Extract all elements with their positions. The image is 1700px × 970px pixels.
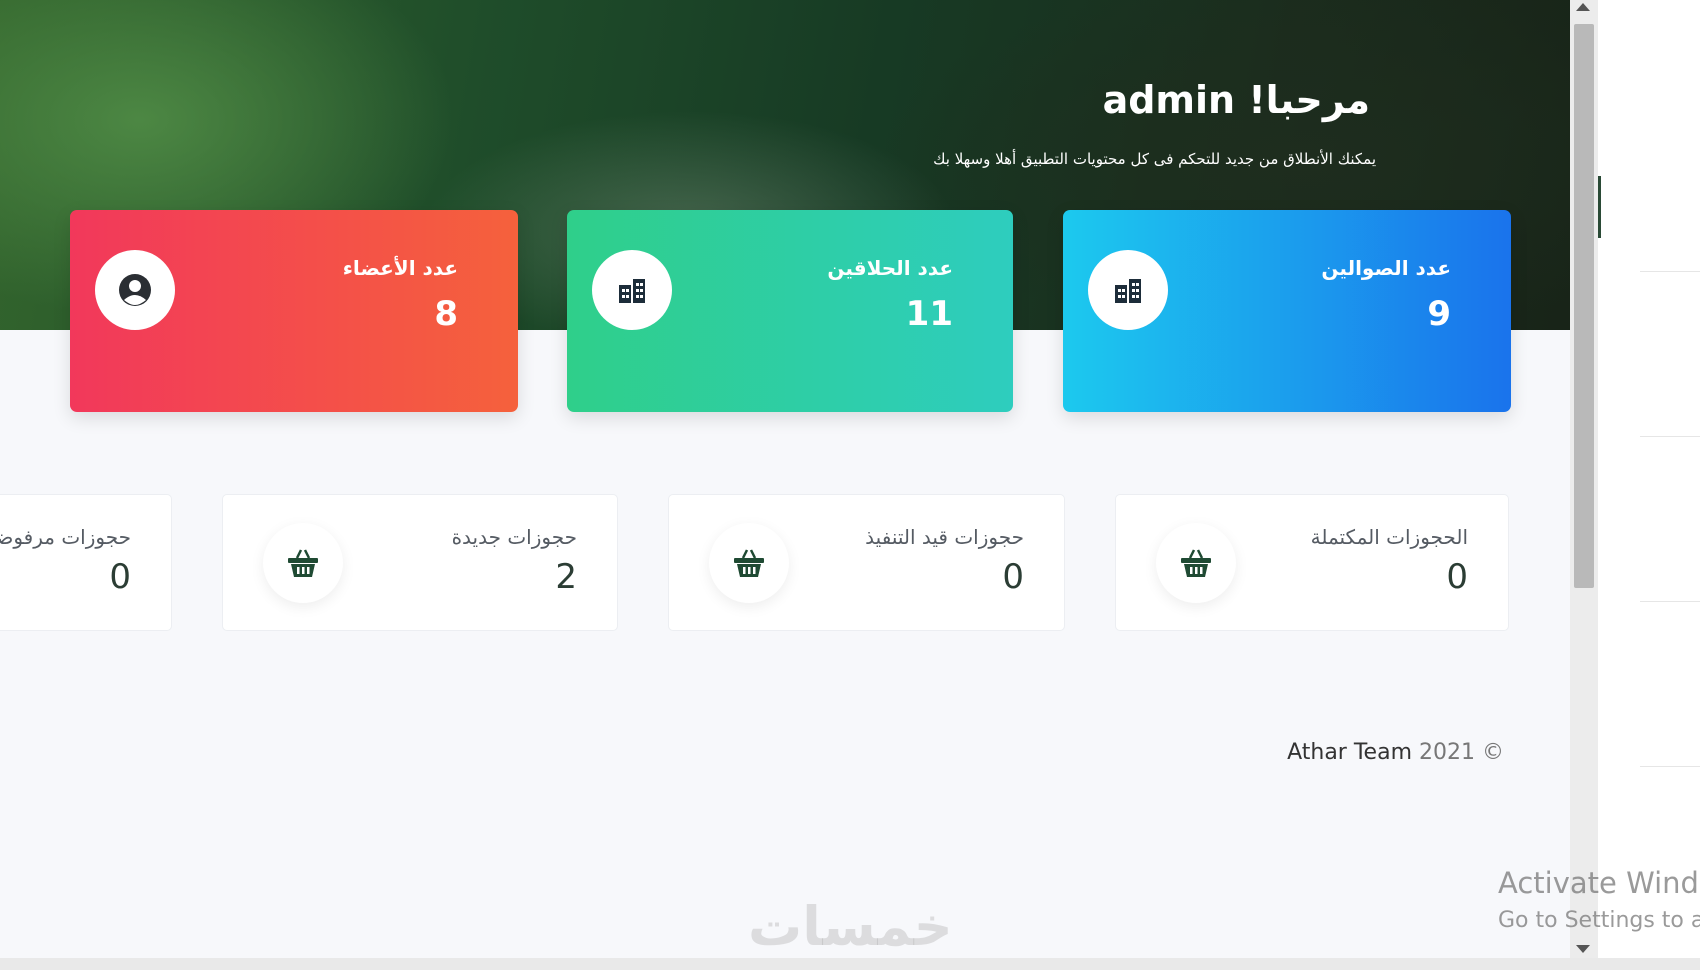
stat-label: عدد الصوالين: [1321, 256, 1451, 280]
booking-value: 0: [1002, 557, 1024, 597]
booking-icon-circle: [709, 523, 789, 603]
window-bottom-edge: [0, 958, 1700, 970]
panel-divider: [1640, 271, 1700, 272]
activate-line-1: Activate Wind: [1498, 866, 1699, 900]
stat-value: 8: [434, 294, 458, 334]
booking-icon-circle: [1156, 523, 1236, 603]
building-icon: [619, 279, 645, 303]
booking-label: حجوزات جديدة: [451, 525, 577, 549]
booking-card-new[interactable]: حجوزات جديدة 2: [222, 494, 618, 631]
basket-icon: [288, 549, 318, 577]
scrollbar-thumb[interactable]: [1574, 24, 1594, 588]
booking-card-in-progress[interactable]: حجوزات قيد التنفيذ 0: [668, 494, 1065, 631]
basket-icon: [1181, 549, 1211, 577]
booking-label: حجوزات قيد التنفيذ: [865, 525, 1024, 549]
booking-value: 0: [109, 557, 131, 597]
stat-icon-circle: [95, 250, 175, 330]
welcome-subtitle: يمكنك الأنطلاق من جديد للتحكم فى كل محتو…: [933, 150, 1376, 168]
activate-windows-notice: Activate Wind Go to Settings to a: [1498, 866, 1700, 933]
booking-label: حجوزات مرفوضة: [0, 525, 131, 549]
stat-value: 11: [905, 294, 953, 334]
stat-icon-circle: [592, 250, 672, 330]
booking-value: 2: [555, 557, 577, 597]
panel-divider: [1640, 601, 1700, 602]
booking-card-completed[interactable]: الحجوزات المكتملة 0: [1115, 494, 1509, 631]
user-circle-icon: [119, 274, 151, 306]
copyright-icon: ©: [1482, 740, 1504, 765]
booking-card-rejected[interactable]: حجوزات مرفوضة 0: [0, 494, 172, 631]
stat-value: 9: [1427, 294, 1451, 334]
booking-label: الحجوزات المكتملة: [1310, 525, 1468, 549]
panel-active-marker: [1598, 176, 1601, 238]
stat-card-salons[interactable]: عدد الصوالين 9: [1063, 210, 1511, 412]
welcome-title: مرحبا! admin: [1102, 78, 1370, 122]
watermark-logo: خمسات: [748, 895, 953, 958]
right-side-panel: [1598, 0, 1700, 958]
stat-card-barbers[interactable]: عدد الحلاقين 11: [567, 210, 1013, 412]
activate-line-2: Go to Settings to a: [1498, 908, 1700, 933]
panel-divider: [1640, 766, 1700, 767]
scroll-up-arrow-icon[interactable]: [1576, 3, 1590, 11]
basket-icon: [734, 549, 764, 577]
footer-year: 2021: [1419, 740, 1475, 765]
stat-icon-circle: [1088, 250, 1168, 330]
building-icon: [1115, 279, 1141, 303]
stat-card-members[interactable]: عدد الأعضاء 8: [70, 210, 518, 412]
stat-label: عدد الأعضاء: [342, 256, 458, 280]
footer-copyright: Athar Team 2021 ©: [1287, 740, 1504, 765]
booking-value: 0: [1446, 557, 1468, 597]
panel-divider: [1640, 436, 1700, 437]
booking-icon-circle: [263, 523, 343, 603]
scroll-down-arrow-icon[interactable]: [1576, 945, 1590, 953]
footer-team: Athar Team: [1287, 740, 1412, 765]
stat-label: عدد الحلاقين: [827, 256, 953, 280]
